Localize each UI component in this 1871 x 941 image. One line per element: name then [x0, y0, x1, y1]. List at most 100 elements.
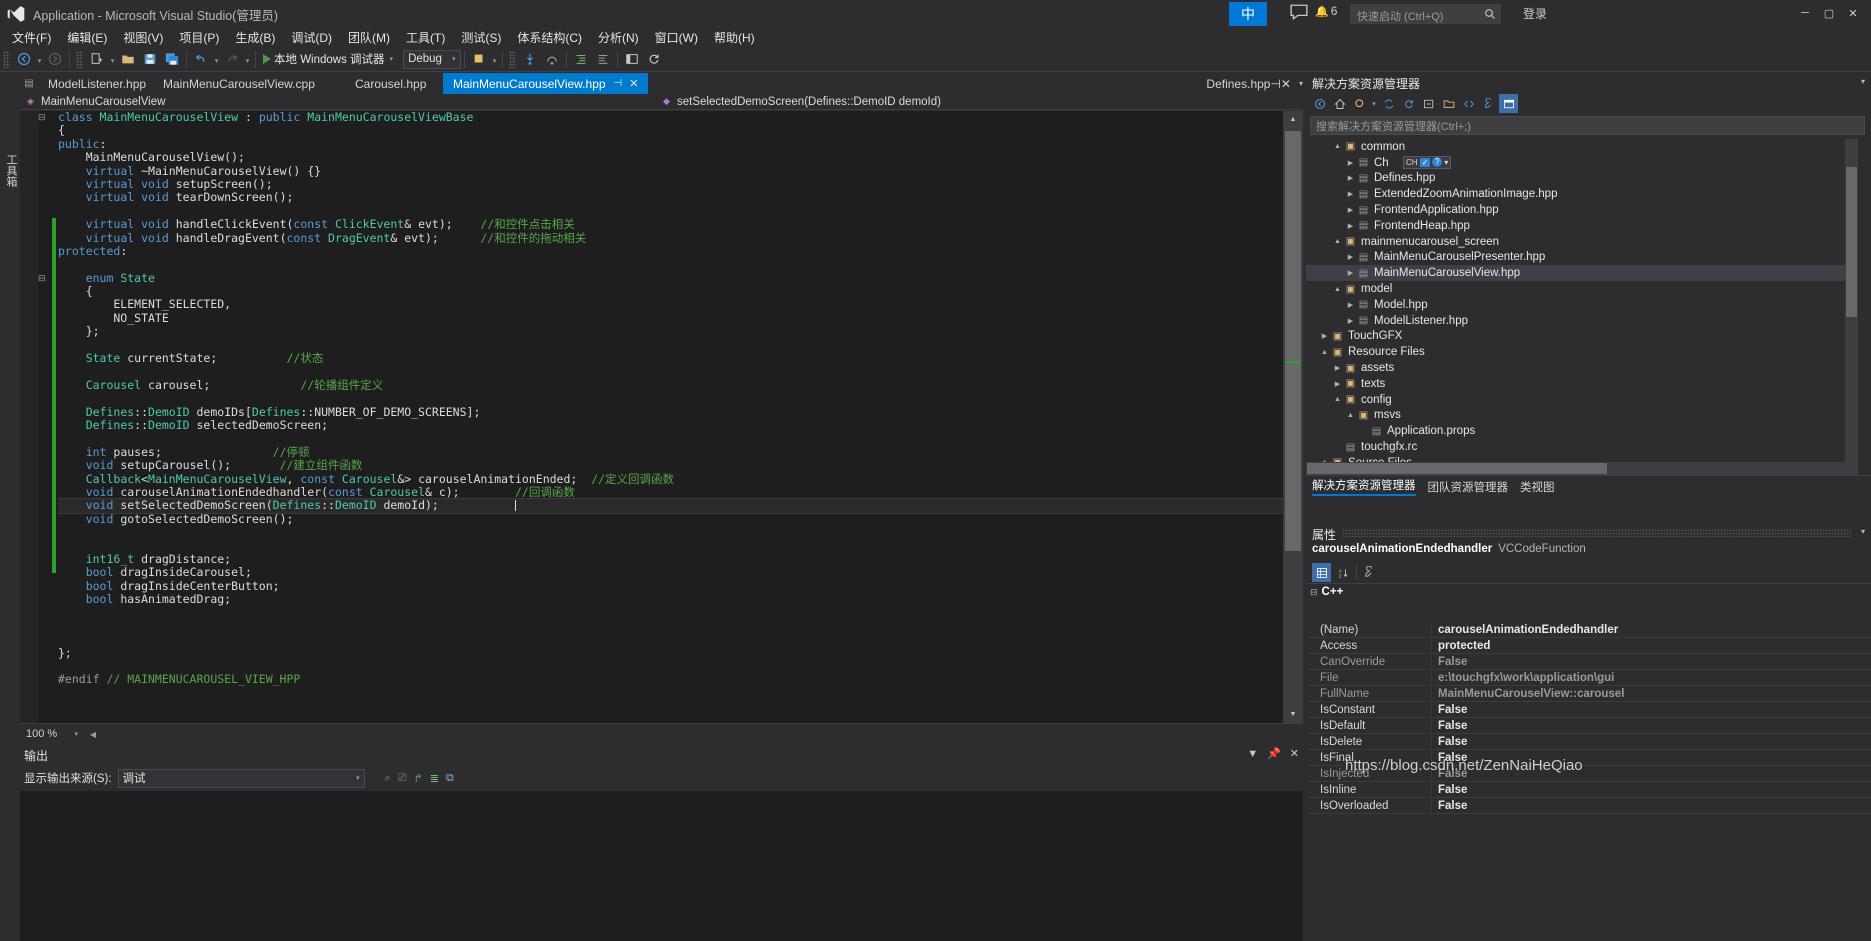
menu-analyze[interactable]: 分析(N) — [590, 27, 647, 48]
code-line[interactable]: void carouselAnimationEndedhandler(const… — [58, 485, 1283, 499]
tree-expander-icon[interactable]: ▶ — [1345, 253, 1356, 261]
property-value[interactable]: e:\touchgfx\work\application\gui — [1431, 671, 1871, 684]
close-icon-defines[interactable]: ✕ — [1281, 77, 1291, 91]
code-editor[interactable]: ⊟ ⊟ class MainMenuCarouselView : public M… — [20, 111, 1303, 723]
categorized-view-icon[interactable] — [1312, 563, 1331, 582]
tree-expander-icon[interactable]: ▲ — [1319, 349, 1330, 356]
property-value[interactable]: False — [1431, 719, 1871, 732]
tree-expander-icon[interactable]: ▶ — [1345, 206, 1356, 214]
code-line[interactable] — [58, 205, 1283, 218]
solution-explorer-search-input[interactable]: 搜索解决方案资源管理器(Ctrl+;) — [1310, 116, 1865, 135]
undo-icon[interactable] — [190, 49, 212, 70]
code-line[interactable]: #endif // MAINMENUCAROUSEL_VIEW_HPP — [58, 673, 1283, 686]
property-row[interactable]: CanOverride False — [1306, 654, 1871, 670]
zoom-level-combo[interactable]: 100 % ▾ — [23, 725, 81, 743]
class-dropdown[interactable]: ◈ MainMenuCarouselView — [20, 95, 660, 108]
property-row[interactable]: IsFinal False — [1306, 750, 1871, 766]
start-debugging-caret-icon[interactable]: ▾ — [390, 55, 394, 63]
code-line[interactable]: virtual void tearDownScreen(); — [58, 191, 1283, 204]
editor-vertical-scrollbar[interactable]: ▲ ▼ — [1283, 111, 1303, 723]
collapse-all-icon[interactable] — [1419, 94, 1438, 113]
code-line[interactable]: virtual ~MainMenuCarouselView() {} — [58, 164, 1283, 178]
output-text-area[interactable] — [20, 791, 1303, 941]
code-line[interactable] — [58, 633, 1283, 646]
code-line[interactable]: }; — [58, 646, 1283, 660]
tree-item[interactable]: ▶ ▣ texts — [1306, 376, 1858, 392]
tree-expander-icon[interactable]: ▶ — [1345, 174, 1356, 182]
properties-grid[interactable]: (Name) carouselAnimationEndedhandler Acces… — [1306, 622, 1871, 941]
pin-icon-defines[interactable]: ⊣ — [1270, 77, 1280, 91]
scrollbar-thumb[interactable] — [1285, 131, 1301, 551]
member-dropdown[interactable]: ◆ setSelectedDemoScreen(Defines::DemoID … — [660, 95, 941, 108]
navigate-back-caret-icon[interactable]: ▾ — [35, 49, 44, 70]
code-line[interactable]: public: — [58, 137, 1283, 151]
tree-item[interactable]: ▶ ▤ Ch — [1306, 155, 1858, 171]
code-line[interactable]: bool hasAnimatedDrag; — [58, 592, 1283, 606]
scroll-down-icon[interactable]: ▼ — [1283, 706, 1303, 723]
property-row[interactable]: IsInjected False — [1306, 766, 1871, 782]
step-into-icon[interactable] — [519, 49, 541, 70]
property-row[interactable]: File e:\touchgfx\work\application\gui — [1306, 670, 1871, 686]
tree-expander-icon[interactable]: ▶ — [1332, 380, 1343, 388]
code-line[interactable] — [58, 606, 1283, 619]
window-position-icon[interactable]: ▼ — [1247, 748, 1258, 760]
save-all-icon[interactable] — [161, 49, 183, 70]
code-line[interactable] — [58, 258, 1283, 271]
tree-item[interactable]: ▶ ▣ assets — [1306, 360, 1858, 376]
property-value[interactable]: False — [1431, 703, 1871, 716]
tree-item[interactable]: ▲ ▣ common — [1306, 139, 1858, 155]
property-row[interactable]: IsDelete False — [1306, 734, 1871, 750]
quick-launch-input[interactable]: 快速启动 (Ctrl+Q) — [1350, 4, 1501, 24]
tree-item[interactable]: ▶ ▤ ExtendedZoomAnimationImage.hpp — [1306, 186, 1858, 202]
close-icon[interactable]: ✕ — [1290, 747, 1299, 760]
back-icon[interactable] — [1310, 94, 1329, 113]
outlining-collapse-icon[interactable]: ⊟ — [38, 273, 46, 284]
menu-window[interactable]: 窗口(W) — [647, 27, 706, 48]
code-line[interactable]: { — [58, 284, 1283, 298]
code-text-area[interactable]: class MainMenuCarouselView : public Main… — [58, 111, 1283, 723]
tree-expander-icon[interactable]: ▶ — [1319, 332, 1330, 340]
code-line[interactable]: virtual void setupScreen(); — [58, 177, 1283, 191]
code-line[interactable] — [58, 339, 1283, 352]
hint-help-icon[interactable]: ? — [1432, 157, 1443, 168]
tree-item[interactable]: ▶ ▤ ModelListener.hpp — [1306, 313, 1858, 329]
undo-caret-icon[interactable]: ▾ — [212, 49, 221, 70]
tab-overflow-caret-icon[interactable]: ▾ — [1299, 79, 1303, 88]
property-row[interactable]: IsOverloaded False — [1306, 798, 1871, 814]
code-line[interactable]: virtual void handleClickEvent(const Clic… — [58, 217, 1283, 231]
toggle-word-wrap-icon[interactable]: ≣ — [430, 772, 439, 785]
menu-view[interactable]: 视图(V) — [115, 27, 171, 48]
properties-icon[interactable] — [1479, 94, 1498, 113]
menu-test[interactable]: 测试(S) — [453, 27, 509, 48]
tree-expander-icon[interactable]: ▲ — [1332, 238, 1343, 245]
ime-language-badge[interactable]: 中 — [1229, 2, 1267, 26]
code-line[interactable] — [58, 540, 1283, 553]
tree-expander-icon[interactable]: ▶ — [1345, 317, 1356, 325]
property-value[interactable]: False — [1431, 735, 1871, 748]
code-line[interactable]: Defines::DemoID demoIDs[Defines::NUMBER_… — [58, 405, 1283, 419]
menu-team[interactable]: 团队(M) — [340, 27, 398, 48]
toggle-panel-icon[interactable] — [621, 49, 643, 70]
properties-category-row[interactable]: ⊟ C++ — [1306, 584, 1871, 600]
pending-changes-filter-icon[interactable] — [1350, 94, 1369, 113]
code-line[interactable]: ELEMENT_SELECTED, — [58, 298, 1283, 311]
solution-explorer-vertical-scrollbar[interactable] — [1845, 139, 1858, 467]
code-line[interactable] — [58, 432, 1283, 445]
tree-expander-icon[interactable]: ▲ — [1332, 396, 1343, 403]
scrollbar-thumb-horizontal[interactable] — [1307, 463, 1607, 474]
property-row[interactable]: IsConstant False — [1306, 702, 1871, 718]
redo-caret-icon[interactable]: ▾ — [243, 49, 252, 70]
tab-solution-explorer[interactable]: 解决方案资源管理器 — [1312, 477, 1416, 496]
horizontal-split-handle[interactable]: ◀ — [87, 726, 99, 743]
code-line[interactable]: void gotoSelectedDemoScreen(); — [58, 512, 1283, 526]
tree-item[interactable]: ▶ ▤ MainMenuCarouselPresenter.hpp — [1306, 250, 1858, 266]
attach-caret-icon[interactable]: ▾ — [490, 49, 499, 70]
property-row[interactable]: Access protected — [1306, 638, 1871, 654]
tab-carousel-hpp[interactable]: Carousel.hpp — [345, 73, 437, 94]
property-value[interactable]: False — [1431, 751, 1871, 764]
active-files-icon[interactable]: ▤ — [20, 73, 38, 94]
menu-file[interactable]: 文件(F) — [4, 27, 59, 48]
toolbar-grip-3[interactable] — [509, 50, 517, 68]
tree-expander-icon[interactable]: ▲ — [1332, 286, 1343, 293]
menu-help[interactable]: 帮助(H) — [706, 27, 763, 48]
